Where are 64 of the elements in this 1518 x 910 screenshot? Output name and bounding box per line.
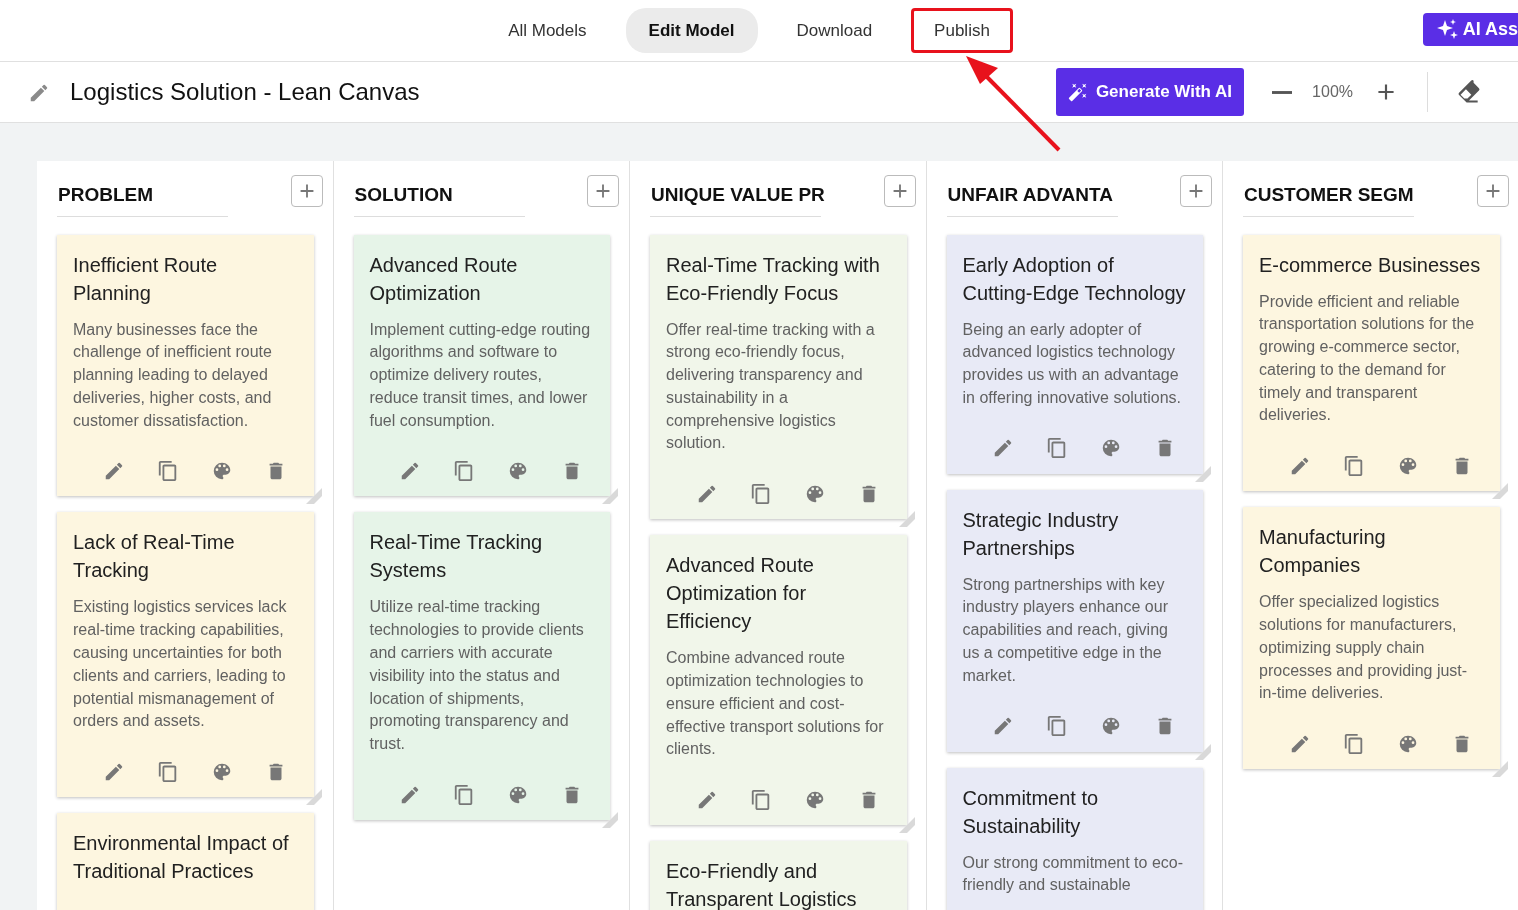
eraser-icon	[1456, 79, 1482, 105]
folded-corner-icon	[898, 511, 915, 528]
zoom-level: 100%	[1312, 82, 1353, 102]
note-title: Environmental Impact of Traditional Practices	[73, 831, 290, 885]
copy-icon	[453, 460, 475, 483]
add-card-button[interactable]	[587, 175, 619, 207]
folded-corner-icon	[305, 488, 322, 505]
note-text: Being an early adopter of advanced logistics technology provides us with an advantage in offering innovative solutions.	[962, 319, 1182, 408]
note-title: Advanced Route Optimization	[369, 252, 519, 306]
note-title: Advanced Route Optimization for Efficiency	[666, 553, 815, 635]
note-title: Real-Time Tracking with Eco-Friendly Focus	[666, 252, 881, 306]
nav-tab[interactable]: All Models	[485, 7, 610, 54]
note-title: Real-Time Tracking Systems	[369, 530, 544, 584]
folded-corner-icon	[602, 488, 618, 505]
note-text: Many businesses face the challenge of inefficient route planning leading to delayed deliveries, higher costs, and customer dissatisfaction.	[73, 319, 273, 431]
folded-corner-icon	[305, 789, 322, 806]
note-text: Offer specialized logistics solutions for manufacturers, optimizing supply chain processes and providing just-in-time deliveries.	[1259, 592, 1469, 704]
note-text: Utilize real-time tracking technologies to provide clients and carriers with accurate visibility into the status and location of shipments, promoting transparency and trust.	[369, 597, 585, 755]
minus-icon	[1272, 91, 1293, 95]
note-title: Early Adoption of Cutting-Edge Technology	[962, 252, 1187, 306]
copy-icon	[156, 761, 179, 784]
note-title: Commitment to Sustainability	[962, 785, 1100, 839]
page-title: Logistics Solution - Lean Canvas	[70, 77, 420, 107]
add-card-button[interactable]	[1180, 175, 1212, 207]
column-title: UNFAIR ADVANTA	[946, 175, 1118, 217]
note-title: Lack of Real-Time Tracking	[73, 530, 236, 584]
note-text: Strong partnerships with key industry players enhance our capabilities and reach, giving us a competitive edge in the market.	[962, 574, 1169, 686]
note-title: Eco-Friendly and Transparent Logistics	[666, 859, 858, 910]
note-title: Manufacturing Companies	[1259, 525, 1387, 579]
copy-icon	[156, 460, 179, 483]
note-text: Implement cutting-edge routing algorithms and software to optimize delivery routes, reduce transit times, and lower fuel consumption.	[369, 319, 592, 431]
folded-corner-icon	[1491, 761, 1508, 778]
folded-corner-icon	[1491, 483, 1508, 500]
copy-icon	[1342, 455, 1365, 478]
copy-icon	[1046, 437, 1068, 460]
note-text: Combine advanced route optimization technologies to ensure efficient and cost-effective transport solutions for clients.	[666, 648, 885, 760]
ai-assistant-button[interactable]: AI Ass	[1422, 13, 1518, 46]
copy-icon	[749, 483, 772, 506]
column-title: PROBLEM	[57, 175, 228, 217]
note-text: Existing logistics services lack real-time tracking capabilities, causing uncertainties for both clients and carriers, leading to potential mismanagement of orders and assets.	[73, 597, 288, 732]
column-title: CUSTOMER SEGM	[1243, 175, 1414, 217]
add-card-button[interactable]	[883, 175, 916, 207]
folded-corner-icon	[1195, 465, 1211, 482]
copy-icon	[1342, 733, 1365, 756]
nav-tab[interactable]: Publish	[911, 7, 1013, 54]
note-title: Inefficient Route Planning	[73, 252, 219, 306]
nav-tab[interactable]: Download	[773, 7, 896, 54]
generate-with-ai-button[interactable]: Generate With AI	[1055, 68, 1245, 116]
nav-tab[interactable]: Edit Model	[625, 7, 758, 54]
add-card-button[interactable]	[290, 175, 323, 207]
folded-corner-icon	[602, 812, 618, 829]
note-title: Strategic Industry Partnerships	[962, 507, 1120, 561]
column-title: SOLUTION	[353, 175, 525, 217]
copy-icon	[1046, 715, 1068, 738]
folded-corner-icon	[898, 817, 915, 834]
note-text: Our strong commitment to eco-friendly and sustainable	[962, 852, 1184, 896]
note-title: E-commerce Businesses	[1259, 252, 1482, 278]
folded-corner-icon	[1195, 743, 1211, 760]
note-text: Offer real-time tracking with a strong eco-friendly focus, delivering transparency and sustainability in a comprehensive logistics solution.	[666, 319, 876, 454]
copy-icon	[749, 789, 772, 812]
note-text: Provide efficient and reliable transportation solutions for the growing e-commerce sector, catering to the demand for timely and transparent deliveries.	[1259, 291, 1476, 426]
magic-wand-icon	[1067, 82, 1088, 102]
copy-icon	[453, 783, 475, 806]
add-card-button[interactable]	[1476, 175, 1509, 207]
